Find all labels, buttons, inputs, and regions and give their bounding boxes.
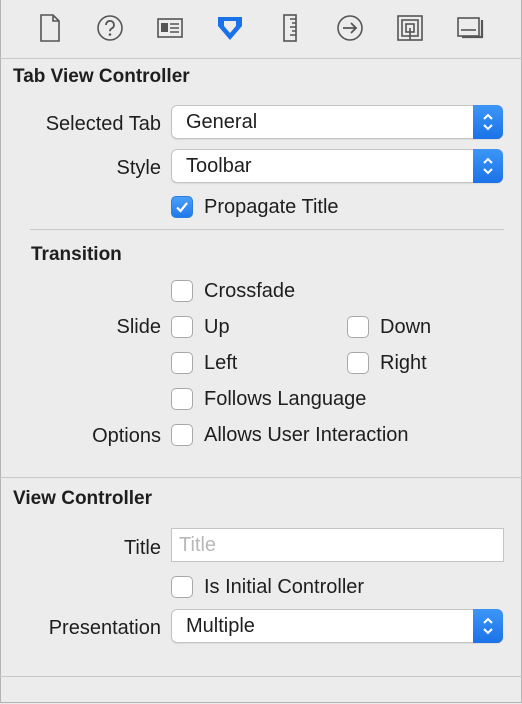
- slide-right-label: Right: [380, 352, 427, 374]
- presentation-label: Presentation: [48, 617, 161, 639]
- slide-left-checkbox[interactable]: [171, 352, 193, 374]
- slide-down-checkbox[interactable]: [347, 316, 369, 338]
- connections-icon[interactable]: [334, 12, 366, 44]
- is-initial-controller-checkbox[interactable]: [171, 576, 193, 598]
- selected-tab-popup[interactable]: General: [171, 105, 503, 139]
- title-field[interactable]: [171, 528, 504, 562]
- tab-view-controller-heading: Tab View Controller: [13, 66, 190, 87]
- style-popup[interactable]: Toolbar: [171, 149, 503, 183]
- style-label: Style: [116, 157, 161, 179]
- section-divider: [0, 477, 522, 478]
- is-initial-controller-label: Is Initial Controller: [204, 576, 365, 598]
- title-label: Title: [123, 537, 161, 559]
- style-value: Toolbar: [186, 155, 252, 177]
- bindings-icon[interactable]: [394, 12, 426, 44]
- slide-label: Slide: [116, 316, 161, 338]
- options-label: Options: [92, 425, 161, 447]
- presentation-value: Multiple: [186, 615, 255, 637]
- slide-right-checkbox[interactable]: [347, 352, 369, 374]
- chevron-updown-icon: [473, 149, 503, 183]
- attributes-icon[interactable]: [214, 12, 246, 44]
- file-icon[interactable]: [34, 12, 66, 44]
- identity-icon[interactable]: [154, 12, 186, 44]
- divider: [30, 229, 504, 230]
- slide-up-label: Up: [204, 316, 230, 338]
- follows-language-label: Follows Language: [204, 388, 367, 410]
- presentation-popup[interactable]: Multiple: [171, 609, 503, 643]
- selected-tab-label: Selected Tab: [45, 113, 161, 135]
- help-icon[interactable]: [94, 12, 126, 44]
- bottom-divider: [0, 676, 522, 677]
- propagate-title-label: Propagate Title: [204, 196, 339, 218]
- selected-tab-value: General: [186, 111, 258, 133]
- title-input[interactable]: [172, 530, 489, 560]
- crossfade-label: Crossfade: [204, 280, 296, 302]
- chevron-updown-icon: [473, 105, 503, 139]
- slide-up-checkbox[interactable]: [171, 316, 193, 338]
- chevron-updown-icon: [473, 609, 503, 643]
- transition-heading: Transition: [31, 244, 122, 265]
- allows-user-interaction-label: Allows User Interaction: [204, 424, 409, 446]
- follows-language-checkbox[interactable]: [171, 388, 193, 410]
- size-icon[interactable]: [274, 12, 306, 44]
- crossfade-checkbox[interactable]: [171, 280, 193, 302]
- effects-icon[interactable]: [454, 12, 486, 44]
- view-controller-heading: View Controller: [13, 488, 153, 509]
- slide-left-label: Left: [204, 352, 238, 374]
- propagate-title-checkbox[interactable]: [171, 196, 193, 218]
- allows-user-interaction-checkbox[interactable]: [171, 424, 193, 446]
- slide-down-label: Down: [380, 316, 432, 338]
- inspector-toolbar: [0, 0, 522, 59]
